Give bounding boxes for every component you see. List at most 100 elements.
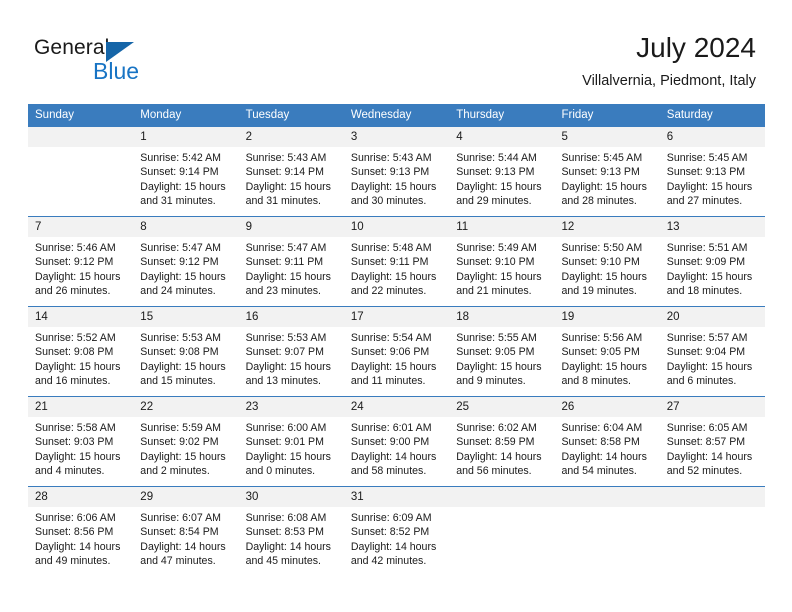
day-number: 24 <box>343 397 450 417</box>
daylight-text-line2: and 19 minutes. <box>561 284 637 297</box>
day-number: 3 <box>343 127 450 147</box>
daylight-text-line1: Daylight: 14 hours <box>350 540 437 553</box>
day-details: Sunrise: 6:02 AM Sunset: 8:59 PM Daylight:… <box>449 417 554 478</box>
daylight-text-line2: and 8 minutes. <box>561 374 631 387</box>
calendar-cell-day[interactable]: 19 Sunrise: 5:56 AM Sunset: 9:05 PM Dayligh… <box>554 306 660 397</box>
sunrise-text: Sunrise: 6:05 AM <box>666 422 748 434</box>
calendar-cell-day[interactable]: 30 Sunrise: 6:08 AM Sunset: 8:53 PM Dayligh… <box>238 486 344 576</box>
calendar-cell-inner: 25 Sunrise: 6:02 AM Sunset: 8:59 PM Dayligh… <box>449 397 555 486</box>
sunset-text: Sunset: 8:59 PM <box>456 436 535 449</box>
day-number: 29 <box>133 487 239 507</box>
calendar-cell-day[interactable]: 17 Sunrise: 5:54 AM Sunset: 9:06 PM Dayligh… <box>343 306 450 397</box>
sunrise-text: Sunrise: 5:52 AM <box>35 332 116 344</box>
day-number: 18 <box>449 307 555 327</box>
day-number: 9 <box>238 217 344 237</box>
calendar-cell-day[interactable]: 5 Sunrise: 5:45 AM Sunset: 9:13 PM Daylight… <box>554 127 660 217</box>
day-number: 13 <box>659 217 766 237</box>
day-details: Sunrise: 6:04 AM Sunset: 8:58 PM Daylight:… <box>554 417 659 478</box>
calendar-cell-day[interactable]: 10 Sunrise: 5:48 AM Sunset: 9:11 PM Dayligh… <box>343 216 450 307</box>
daylight-text-line2: and 45 minutes. <box>245 554 321 567</box>
sunrise-text: Sunrise: 5:48 AM <box>350 242 432 254</box>
weekday-header-wednesday: Wednesday <box>343 104 450 127</box>
calendar-cell-day[interactable]: 8 Sunrise: 5:47 AM Sunset: 9:12 PM Daylight… <box>133 216 239 307</box>
calendar-cell-day[interactable]: 4 Sunrise: 5:44 AM Sunset: 9:13 PM Daylight… <box>449 127 555 217</box>
daylight-text-line1: Daylight: 15 hours <box>140 270 226 283</box>
day-details: Sunrise: 5:59 AM Sunset: 9:02 PM Daylight:… <box>133 417 238 478</box>
general-blue-logo[interactable]: General Blue <box>34 36 194 90</box>
daylight-text-line1: Daylight: 15 hours <box>350 360 437 373</box>
calendar-week-row: 1 Sunrise: 5:42 AM Sunset: 9:14 PM Daylight… <box>28 127 766 217</box>
calendar-cell-day[interactable]: 11 Sunrise: 5:49 AM Sunset: 9:10 PM Dayligh… <box>449 216 555 307</box>
day-details: Sunrise: 5:54 AM Sunset: 9:06 PM Daylight:… <box>344 327 449 388</box>
daylight-text-line1: Daylight: 15 hours <box>245 270 331 283</box>
calendar-cell-day[interactable]: 14 Sunrise: 5:52 AM Sunset: 9:08 PM Dayligh… <box>28 306 134 397</box>
weekday-header-tuesday: Tuesday <box>238 104 344 127</box>
sunset-text: Sunset: 9:08 PM <box>140 346 219 359</box>
daylight-text-line1: Daylight: 14 hours <box>666 450 753 463</box>
calendar-cell-day[interactable]: 7 Sunrise: 5:46 AM Sunset: 9:12 PM Daylight… <box>28 216 134 307</box>
calendar-cell-day[interactable]: 12 Sunrise: 5:50 AM Sunset: 9:10 PM Dayligh… <box>554 216 660 307</box>
daylight-text-line2: and 21 minutes. <box>456 284 532 297</box>
calendar-cell-empty <box>449 486 555 576</box>
calendar-cell-day[interactable]: 21 Sunrise: 5:58 AM Sunset: 9:03 PM Dayligh… <box>28 396 134 487</box>
sunset-text: Sunset: 9:14 PM <box>245 166 324 179</box>
calendar-cell-inner <box>28 127 134 216</box>
calendar-cell-day[interactable]: 24 Sunrise: 6:01 AM Sunset: 9:00 PM Dayligh… <box>343 396 450 487</box>
day-number: 30 <box>238 487 344 507</box>
daylight-text-line1: Daylight: 15 hours <box>666 180 753 193</box>
sunrise-text: Sunrise: 5:55 AM <box>456 332 537 344</box>
day-details: Sunrise: 5:43 AM Sunset: 9:13 PM Daylight:… <box>344 147 449 208</box>
sunrise-text: Sunrise: 5:49 AM <box>456 242 537 254</box>
sunrise-text: Sunrise: 5:47 AM <box>245 242 327 254</box>
calendar-page: General Blue July 2024 Villalvernia, Pie… <box>0 0 792 612</box>
day-details: Sunrise: 5:50 AM Sunset: 9:10 PM Daylight:… <box>554 237 659 298</box>
sunrise-text: Sunrise: 5:53 AM <box>140 332 221 344</box>
weekday-header-friday: Friday <box>554 104 660 127</box>
day-number: 19 <box>554 307 660 327</box>
day-details: Sunrise: 5:53 AM Sunset: 9:07 PM Daylight:… <box>239 327 344 388</box>
calendar-cell-day[interactable]: 13 Sunrise: 5:51 AM Sunset: 9:09 PM Dayligh… <box>659 216 766 307</box>
calendar-cell-day[interactable]: 26 Sunrise: 6:04 AM Sunset: 8:58 PM Dayligh… <box>554 396 660 487</box>
calendar-cell-day[interactable]: 6 Sunrise: 5:45 AM Sunset: 9:13 PM Daylight… <box>659 127 766 217</box>
calendar-cell-day[interactable]: 22 Sunrise: 5:59 AM Sunset: 9:02 PM Dayligh… <box>133 396 239 487</box>
calendar-cell-day[interactable]: 27 Sunrise: 6:05 AM Sunset: 8:57 PM Dayligh… <box>659 396 766 487</box>
day-number: 4 <box>449 127 555 147</box>
calendar-cell-inner: 4 Sunrise: 5:44 AM Sunset: 9:13 PM Daylight… <box>449 127 555 216</box>
calendar-cell-inner: 7 Sunrise: 5:46 AM Sunset: 9:12 PM Daylight… <box>28 217 134 306</box>
daylight-text-line1: Daylight: 15 hours <box>140 180 226 193</box>
daylight-text-line1: Daylight: 15 hours <box>140 450 226 463</box>
day-details: Sunrise: 6:00 AM Sunset: 9:01 PM Daylight:… <box>239 417 344 478</box>
daylight-text-line1: Daylight: 15 hours <box>456 270 542 283</box>
calendar-cell-inner: 13 Sunrise: 5:51 AM Sunset: 9:09 PM Dayligh… <box>659 217 766 306</box>
sunrise-text: Sunrise: 5:47 AM <box>140 242 221 254</box>
sunset-text: Sunset: 8:54 PM <box>140 526 219 539</box>
day-details: Sunrise: 5:47 AM Sunset: 9:11 PM Daylight:… <box>239 237 344 298</box>
calendar-cell-day[interactable]: 20 Sunrise: 5:57 AM Sunset: 9:04 PM Dayligh… <box>659 306 766 397</box>
sunrise-text: Sunrise: 6:08 AM <box>245 512 327 524</box>
calendar-cell-day[interactable]: 29 Sunrise: 6:07 AM Sunset: 8:54 PM Dayligh… <box>133 486 239 576</box>
calendar-cell-day[interactable]: 1 Sunrise: 5:42 AM Sunset: 9:14 PM Daylight… <box>133 127 239 217</box>
calendar-cell-day[interactable]: 28 Sunrise: 6:06 AM Sunset: 8:56 PM Dayligh… <box>28 486 134 576</box>
day-number: 26 <box>554 397 660 417</box>
sunrise-text: Sunrise: 5:50 AM <box>561 242 643 254</box>
calendar-cell-day[interactable]: 9 Sunrise: 5:47 AM Sunset: 9:11 PM Daylight… <box>238 216 344 307</box>
sunrise-text: Sunrise: 5:51 AM <box>666 242 748 254</box>
weekday-header-row: Sunday Monday Tuesday Wednesday Thursday… <box>28 104 766 127</box>
calendar-cell-day[interactable]: 16 Sunrise: 5:53 AM Sunset: 9:07 PM Dayligh… <box>238 306 344 397</box>
calendar-cell-day[interactable]: 31 Sunrise: 6:09 AM Sunset: 8:52 PM Dayligh… <box>343 486 450 576</box>
daylight-text-line1: Daylight: 15 hours <box>350 180 437 193</box>
calendar-cell-day[interactable]: 25 Sunrise: 6:02 AM Sunset: 8:59 PM Dayligh… <box>449 396 555 487</box>
calendar-cell-inner: 21 Sunrise: 5:58 AM Sunset: 9:03 PM Dayligh… <box>28 397 134 486</box>
sunset-text: Sunset: 9:05 PM <box>561 346 640 359</box>
calendar-cell-day[interactable]: 15 Sunrise: 5:53 AM Sunset: 9:08 PM Dayligh… <box>133 306 239 397</box>
calendar-cell-day[interactable]: 2 Sunrise: 5:43 AM Sunset: 9:14 PM Daylight… <box>238 127 344 217</box>
daylight-text-line1: Daylight: 15 hours <box>35 360 121 373</box>
sunset-text: Sunset: 9:02 PM <box>140 436 219 449</box>
calendar-cell-day[interactable]: 18 Sunrise: 5:55 AM Sunset: 9:05 PM Dayligh… <box>449 306 555 397</box>
daylight-text-line1: Daylight: 15 hours <box>35 450 121 463</box>
calendar-cell-day[interactable]: 23 Sunrise: 6:00 AM Sunset: 9:01 PM Dayligh… <box>238 396 344 487</box>
sunset-text: Sunset: 9:11 PM <box>350 256 429 269</box>
sunrise-text: Sunrise: 6:02 AM <box>456 422 537 434</box>
day-number: 10 <box>343 217 450 237</box>
calendar-cell-day[interactable]: 3 Sunrise: 5:43 AM Sunset: 9:13 PM Daylight… <box>343 127 450 217</box>
